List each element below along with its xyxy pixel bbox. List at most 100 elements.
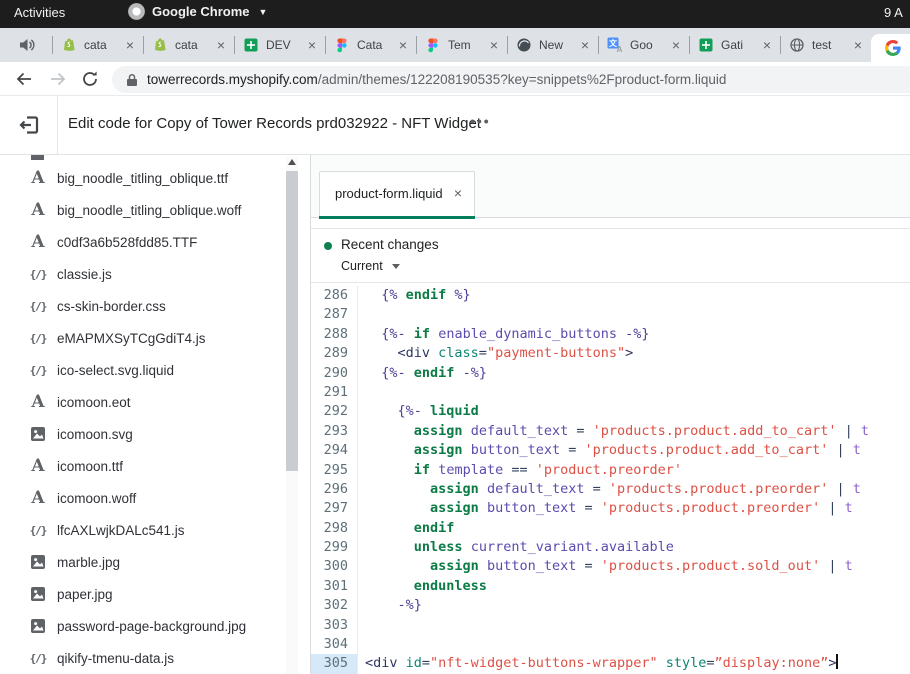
code-line: 291	[311, 383, 910, 402]
browser-tab[interactable]: DEV×	[234, 28, 325, 62]
url-path: /admin/themes/122208190535?key=snippets%…	[318, 72, 727, 87]
browser-tab[interactable]: Gati×	[689, 28, 780, 62]
browser-tab[interactable]: 文AGoo×	[598, 28, 689, 62]
code-line-text: if template == 'product.preorder'	[358, 461, 682, 480]
file-item[interactable]: {/}lfcAXLwjkDALc541.js	[0, 514, 300, 546]
scroll-up-arrow-icon[interactable]	[288, 159, 296, 165]
browser-tab[interactable]: Cata×	[325, 28, 416, 62]
scrollbar-thumb[interactable]	[286, 171, 298, 471]
tab-close-icon[interactable]: ×	[123, 38, 137, 52]
code-file-icon: {/}	[27, 652, 49, 665]
code-line: 292 {%- liquid	[311, 402, 910, 421]
line-number: 301	[311, 577, 358, 596]
tab-close-icon[interactable]: ×	[669, 38, 683, 52]
code-file-icon: {/}	[27, 332, 49, 345]
activities-button[interactable]: Activities	[14, 5, 65, 20]
clock[interactable]: 9 A	[884, 5, 903, 20]
speaker-icon[interactable]	[18, 36, 36, 54]
partial-file-icon	[31, 155, 44, 160]
svg-text:A: A	[617, 45, 623, 53]
file-item[interactable]: marble.jpg	[0, 546, 300, 578]
file-name: ico-select.svg.liquid	[57, 363, 174, 378]
file-item[interactable]: icomoon.svg	[0, 418, 300, 450]
line-number: 294	[311, 441, 358, 460]
line-number: 292	[311, 402, 358, 421]
file-name: lfcAXLwjkDALc541.js	[57, 523, 185, 538]
file-item[interactable]: {/} classie.js	[0, 258, 300, 290]
font-file-icon: A	[27, 234, 49, 250]
editor-tab-product-form[interactable]: product-form.liquid ×	[319, 171, 475, 218]
code-file-icon: {/}	[27, 364, 49, 377]
sheets-icon	[243, 37, 259, 53]
browser-tab[interactable]: test×	[780, 28, 871, 62]
file-name: classie.js	[57, 267, 112, 282]
browser-tab-title: Tem	[448, 38, 487, 52]
code-file-icon: {/}	[27, 268, 49, 281]
file-name: marble.jpg	[57, 555, 120, 570]
file-item[interactable]: {/} ico-select.svg.liquid	[0, 354, 300, 386]
file-item[interactable]: Abig_noodle_titling_oblique.woff	[0, 194, 300, 226]
code-line: 297 assign button_text = 'products.produ…	[311, 499, 910, 518]
file-item[interactable]: {/}eMAPMXSyTCgGdiT4.js	[0, 322, 300, 354]
file-name: icomoon.svg	[57, 427, 133, 442]
version-dropdown[interactable]: Current	[341, 259, 400, 273]
browser-tab-active-partial[interactable]	[871, 34, 910, 62]
file-item[interactable]: {/}cs-skin-border.css	[0, 290, 300, 322]
more-actions-button[interactable]: •••	[470, 113, 491, 129]
code-line-text: assign button_text = 'products.product.p…	[358, 499, 853, 518]
code-line-text: {%- endif -%}	[358, 364, 487, 383]
back-button[interactable]	[14, 69, 34, 89]
editor-tab-close-icon[interactable]: ×	[454, 185, 462, 201]
editor-tab-strip: product-form.liquid ×	[311, 155, 910, 218]
line-number: 304	[311, 635, 358, 654]
browser-tab-title: Gati	[721, 38, 760, 52]
file-name: cs-skin-border.css	[57, 299, 166, 314]
code-line: 296 assign default_text = 'products.prod…	[311, 480, 910, 499]
browser-tab[interactable]: cata×	[52, 28, 143, 62]
browser-tab[interactable]: Tem×	[416, 28, 507, 62]
browser-tab-strip: cata×cata×DEV×Cata×Tem×New×文AGoo×Gati×te…	[0, 28, 910, 62]
browser-tab[interactable]: New×	[507, 28, 598, 62]
browser-tab[interactable]: cata×	[143, 28, 234, 62]
chrome-logo-icon	[128, 3, 145, 20]
code-line-text: {%- liquid	[358, 402, 479, 421]
code-line: 286 {% endif %}	[311, 286, 910, 305]
browser-tab-title: cata	[175, 38, 214, 52]
file-item[interactable]: Ac0df3a6b528fdd85.TTF	[0, 226, 300, 258]
font-file-icon: A	[27, 490, 49, 506]
code-line: 300 assign button_text = 'products.produ…	[311, 557, 910, 576]
file-item[interactable]: paper.jpg	[0, 578, 300, 610]
file-item[interactable]: Aicomoon.woff	[0, 482, 300, 514]
app-menu[interactable]: Google Chrome ▼	[128, 3, 267, 20]
tab-close-icon[interactable]: ×	[487, 38, 501, 52]
file-list: Abig_noodle_titling_oblique.ttfAbig_nood…	[0, 155, 300, 674]
translate-icon: 文A	[607, 37, 623, 53]
figma-icon	[334, 37, 350, 53]
tab-close-icon[interactable]: ×	[578, 38, 592, 52]
line-number: 299	[311, 538, 358, 557]
code-line-text	[358, 383, 365, 402]
shopify-icon	[61, 37, 77, 53]
address-bar[interactable]: towerrecords.myshopify.com/admin/themes/…	[112, 66, 910, 93]
tab-close-icon[interactable]: ×	[760, 38, 774, 52]
code-area[interactable]: 286 {% endif %}287288 {%- if enable_dyna…	[311, 284, 910, 674]
browser-tab-title: Cata	[357, 38, 396, 52]
exit-code-editor-button[interactable]	[18, 114, 40, 136]
file-item[interactable]: Aicomoon.ttf	[0, 450, 300, 482]
tab-close-icon[interactable]: ×	[214, 38, 228, 52]
tab-close-icon[interactable]: ×	[396, 38, 410, 52]
forward-button[interactable]	[48, 69, 68, 89]
code-line: 290 {%- endif -%}	[311, 364, 910, 383]
tab-close-icon[interactable]: ×	[305, 38, 319, 52]
reload-button[interactable]	[80, 69, 100, 89]
active-tab-underline	[319, 216, 475, 219]
file-item[interactable]: Abig_noodle_titling_oblique.ttf	[0, 162, 300, 194]
file-item[interactable]: Aicomoon.eot	[0, 386, 300, 418]
file-name: big_noodle_titling_oblique.woff	[57, 203, 241, 218]
file-item[interactable]: password-page-background.jpg	[0, 610, 300, 642]
file-name: big_noodle_titling_oblique.ttf	[57, 171, 228, 186]
version-dropdown-value: Current	[341, 259, 383, 273]
file-item[interactable]: {/}qikify-tmenu-data.js	[0, 642, 300, 674]
tab-close-icon[interactable]: ×	[851, 38, 865, 52]
sidebar-scrollbar[interactable]	[286, 157, 298, 674]
